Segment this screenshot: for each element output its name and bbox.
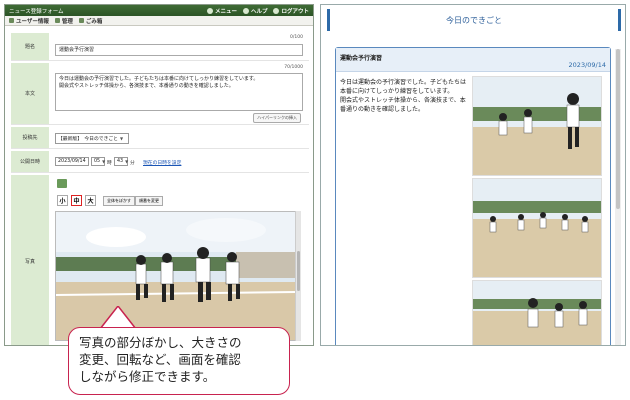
preview-header: 今日のできごと: [327, 9, 621, 31]
logout-icon: [273, 7, 280, 14]
category-row-body: 【最新版】 今日のできごと ▼: [55, 127, 305, 148]
photo-preview[interactable]: [55, 211, 297, 341]
minute-select[interactable]: 43 ▼: [114, 157, 128, 166]
card-photo-3: [472, 280, 602, 345]
menu-bar: ユーザー情報 管理 ごみ箱: [5, 16, 313, 26]
add-photo-icon[interactable]: [57, 179, 67, 188]
photo-scrollbar[interactable]: [295, 211, 301, 341]
card-text: 今日は運動会の予行演習でした。子どもたちは本番に向けてしっかり練習をしています。…: [340, 79, 467, 113]
chevron-down-icon: ▼: [125, 159, 129, 164]
size-medium-button[interactable]: 中: [71, 195, 82, 206]
scroll-thumb[interactable]: [616, 49, 620, 209]
hour-select[interactable]: 05 ▼: [91, 157, 105, 166]
news-card: 運動会予行演習 2023/09/14 今日は運動会の予行演習でした。子どもたちは…: [335, 47, 611, 345]
callout-note: 写真の部分ぼかし、大きさの 変更、回転など、画面を確認 しながら修正できます。: [68, 327, 290, 395]
chevron-down-icon: ▼: [119, 136, 124, 141]
user-icon: [9, 18, 14, 23]
body-counter: 70/1000: [284, 65, 303, 70]
date-row-body: 2023/09/14 05 ▼ 時 43 ▼ 分 現在の日時を設定: [55, 151, 305, 172]
help-icon: [242, 7, 249, 14]
menu-link[interactable]: メニュー: [206, 7, 237, 15]
trash-icon: [78, 18, 84, 23]
news-form-window: ニュース登録フォーム メニュー ヘルプ ログアウト ユーザー情報 管理 ごみ箱 …: [4, 4, 314, 346]
set-current-datetime-link[interactable]: 現在の日時を設定: [143, 159, 181, 166]
body-row: 本文 70/1000 今日は運動会の予行演習でした。子どもたちは本番に向けてしっ…: [11, 63, 309, 125]
size-large-button[interactable]: 大: [85, 195, 96, 206]
preview-scrollbar[interactable]: [615, 49, 621, 345]
body-label: 本文: [11, 63, 49, 124]
scroll-thumb[interactable]: [297, 251, 300, 291]
admin-icon: [54, 18, 60, 23]
hour-unit: 時: [107, 161, 112, 166]
date-row: 公開日時 2023/09/14 05 ▼ 時 43 ▼ 分 現在の日時を設定: [11, 151, 309, 173]
title-row: 題名 0/100 運動会予行演習: [11, 33, 309, 61]
card-photo-2: [472, 178, 602, 278]
card-title: 運動会予行演習 2023/09/14: [336, 48, 610, 72]
title-label: 題名: [11, 33, 49, 60]
card-photo-1: [472, 76, 602, 176]
photo-label: 写真: [11, 175, 49, 345]
photo-row-body: 小 中 大 全体をぼかす 順番を変更: [55, 175, 305, 345]
logout-link[interactable]: ログアウト: [273, 7, 309, 15]
title-row-body: 0/100 運動会予行演習: [55, 33, 305, 60]
title-counter: 0/100: [290, 35, 303, 40]
photo-image: [56, 212, 296, 340]
menu-icon: [206, 7, 213, 14]
blur-all-button[interactable]: 全体をぼかす: [103, 196, 135, 206]
size-small-button[interactable]: 小: [57, 195, 68, 206]
date-label: 公開日時: [11, 151, 49, 172]
help-link[interactable]: ヘルプ: [242, 7, 267, 15]
category-label: 投稿先: [11, 127, 49, 148]
title-links: メニュー ヘルプ ログアウト: [206, 7, 309, 15]
photo-image: [473, 281, 601, 345]
chevron-down-icon: ▼: [102, 159, 106, 164]
body-row-body: 70/1000 今日は運動会の予行演習でした。子どもたちは本番に向けてしっかり練…: [55, 63, 305, 124]
title-input[interactable]: 運動会予行演習: [55, 44, 303, 56]
menu-item-trash[interactable]: ごみ箱: [78, 17, 102, 25]
photo-image: [473, 179, 601, 277]
date-input[interactable]: 2023/09/14: [55, 157, 89, 166]
window-title: ニュース登録フォーム: [9, 8, 64, 15]
insert-hyperlink-button[interactable]: ハイパーリンクの挿入: [253, 113, 301, 123]
photo-image: [473, 77, 601, 175]
body-textarea[interactable]: 今日は運動会の予行演習でした。子どもたちは本番に向けてしっかり練習をしています。…: [55, 73, 303, 111]
category-row: 投稿先 【最新版】 今日のできごと ▼: [11, 127, 309, 149]
preview-window: 今日のできごと 運動会予行演習 2023/09/14 今日は運動会の予行演習でし…: [320, 4, 626, 346]
photo-row: 写真 小 中 大 全体をぼかす 順番を変更: [11, 175, 309, 345]
category-select[interactable]: 【最新版】 今日のできごと ▼: [55, 133, 129, 144]
card-date: 2023/09/14: [568, 61, 606, 69]
reorder-button[interactable]: 順番を変更: [135, 196, 163, 206]
menu-item-user-info[interactable]: ユーザー情報: [9, 17, 49, 25]
menu-item-admin[interactable]: 管理: [54, 17, 73, 25]
minute-unit: 分: [130, 161, 135, 166]
window-title-bar: ニュース登録フォーム メニュー ヘルプ ログアウト: [5, 5, 313, 16]
